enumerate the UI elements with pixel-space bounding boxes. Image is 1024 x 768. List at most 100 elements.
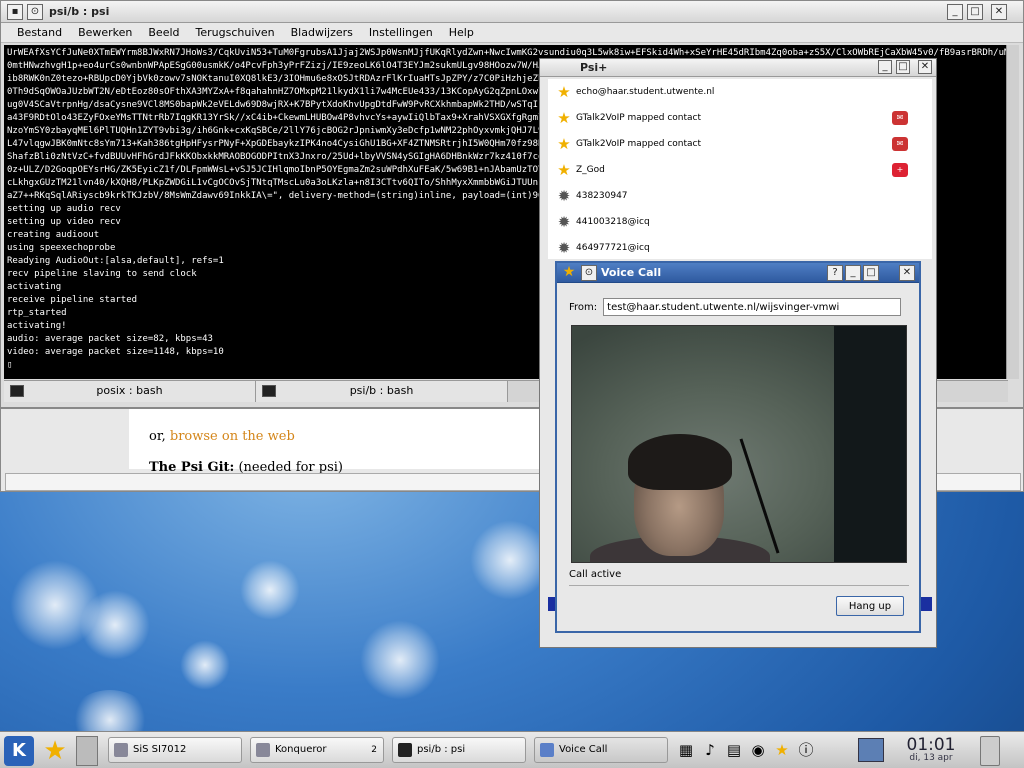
desktop-pager-icon[interactable]	[76, 736, 98, 766]
k-menu-button[interactable]: K	[4, 736, 34, 766]
contact-name: GTalk2VoIP mapped contact	[576, 139, 702, 149]
info-icon[interactable]: ⓘ	[796, 740, 816, 760]
task-sis-si7012[interactable]: SiS SI7012	[108, 737, 242, 763]
tab-psi-bash[interactable]: psi/b : bash	[256, 381, 508, 402]
clock-time: 01:01	[906, 735, 956, 755]
browse-prefix: or,	[149, 429, 170, 444]
online-star-icon: ★	[557, 83, 571, 101]
contact-item[interactable]: ✹ 438230947	[548, 183, 932, 209]
sticky-icon[interactable]: ⊙	[27, 4, 43, 20]
clipboard-icon[interactable]: ▤	[724, 740, 744, 760]
wallpaper-bokeh	[80, 590, 150, 660]
tab-label: posix : bash	[96, 384, 163, 397]
task-label: Voice Call	[559, 744, 608, 755]
wallpaper-bokeh	[360, 620, 440, 700]
psi-maximize-button[interactable]: □	[896, 60, 910, 74]
from-row: From:	[569, 298, 902, 316]
konqueror-icon	[256, 743, 270, 757]
call-status: Call active	[569, 569, 622, 580]
voice-call-titlebar[interactable]: ★ ⊙ Voice Call ? _ □ ✕	[557, 263, 919, 283]
psi-tray-icon[interactable]: ★	[772, 740, 792, 760]
minimize-button[interactable]: _	[947, 4, 963, 20]
browse-link[interactable]: browse on the web	[170, 429, 295, 444]
task-count-badge: 2	[371, 745, 377, 755]
contact-item[interactable]: ✹ 464977721@icq	[548, 235, 932, 261]
menu-beeld[interactable]: Beeld	[140, 23, 187, 42]
terminal-titlebar[interactable]: ▪ ⊙ psi/b : psi _ □ ✕	[1, 1, 1023, 23]
hang-up-button[interactable]: Hang up	[836, 596, 904, 616]
help-button[interactable]: ?	[827, 265, 843, 281]
contact-item[interactable]: ✹ 441003218@icq	[548, 209, 932, 235]
call-maximize-button[interactable]: □	[863, 265, 879, 281]
close-button[interactable]: ✕	[991, 4, 1007, 20]
menu-instellingen[interactable]: Instellingen	[361, 23, 441, 42]
psi-minimize-button[interactable]: _	[878, 60, 892, 74]
menu-bewerken[interactable]: Bewerken	[70, 23, 140, 42]
online-star-icon: ★	[557, 109, 571, 127]
trash-icon[interactable]	[980, 736, 1000, 766]
call-close-button[interactable]: ✕	[899, 265, 915, 281]
home-star-icon[interactable]: ★	[40, 736, 70, 766]
online-star-icon: ★	[557, 135, 571, 153]
wallpaper-bokeh	[240, 560, 300, 620]
psi-titlebar[interactable]: Psi+ _ □ ✕	[540, 59, 936, 77]
konqueror-page: or, browse on the web The Psi Git: (need…	[129, 409, 539, 475]
online-star-icon: ★	[557, 161, 571, 179]
task-voice-call[interactable]: Voice Call	[534, 737, 668, 763]
terminal-scrollbar[interactable]	[1006, 45, 1019, 379]
psi-icon	[540, 743, 554, 757]
offline-gear-icon: ✹	[557, 239, 571, 257]
gmail-icon: ✉	[892, 111, 908, 125]
wallpaper-bokeh	[180, 640, 230, 690]
terminal-title: psi/b : psi	[49, 5, 110, 18]
from-label: From:	[569, 301, 598, 313]
offline-gear-icon: ✹	[557, 213, 571, 231]
contact-item[interactable]: ★ echo@haar.student.utwente.nl	[548, 79, 932, 105]
menu-help[interactable]: Help	[441, 23, 482, 42]
display-icon[interactable]	[858, 738, 884, 762]
contact-roster[interactable]: ★ echo@haar.student.utwente.nl ★ GTalk2VoIP…	[548, 79, 932, 259]
contact-name: echo@haar.student.utwente.nl	[576, 87, 715, 97]
update-icon[interactable]: ◉	[748, 740, 768, 760]
video-dark-area	[834, 326, 906, 562]
volume-icon[interactable]: ♪	[700, 740, 720, 760]
tab-posix-bash[interactable]: posix : bash	[4, 381, 256, 402]
psi-close-button[interactable]: ✕	[918, 60, 932, 74]
plus-client-icon: +	[892, 163, 908, 177]
terminal-app-icon[interactable]: ▪	[7, 4, 23, 20]
terminal-icon	[262, 385, 276, 397]
taskbar: K ★ SiS SI7012 Konqueror 2 psi/b : psi Vo…	[0, 731, 1024, 768]
menu-bladwijzers[interactable]: Bladwijzers	[283, 23, 361, 42]
from-field[interactable]	[603, 298, 902, 316]
gmail-icon: ✉	[892, 137, 908, 151]
menu-bestand[interactable]: Bestand	[9, 23, 70, 42]
psi-title: Psi+	[580, 61, 608, 74]
divider	[569, 585, 909, 586]
contact-item[interactable]: ★ GTalk2VoIP mapped contact ✉	[548, 131, 932, 157]
task-psi-b-psi[interactable]: psi/b : psi	[392, 737, 526, 763]
video-view	[571, 325, 907, 563]
tab-label: psi/b : bash	[349, 384, 414, 397]
network-icon[interactable]: ▦	[676, 740, 696, 760]
terminal-icon	[10, 385, 24, 397]
contact-name: 438230947	[576, 191, 628, 201]
sticky-icon[interactable]: ⊙	[581, 265, 597, 281]
clock[interactable]: 01:01 di, 13 apr	[896, 735, 966, 763]
contact-name: Z_God	[576, 165, 605, 175]
video-person-hair	[628, 434, 732, 490]
terminal-menubar: Bestand Bewerken Beeld Terugschuiven Bla…	[1, 23, 1023, 43]
voice-call-window[interactable]: ★ ⊙ Voice Call ? _ □ ✕ From: Call active…	[555, 261, 921, 633]
browse-line: or, browse on the web	[149, 429, 519, 444]
contact-item[interactable]: ★ Z_God +	[548, 157, 932, 183]
contact-item[interactable]: ★ GTalk2VoIP mapped contact ✉	[548, 105, 932, 131]
maximize-button[interactable]: □	[967, 4, 983, 20]
task-konqueror[interactable]: Konqueror 2	[250, 737, 384, 763]
task-label: psi/b : psi	[417, 744, 466, 755]
system-tray: ▦ ♪ ▤ ◉ ★ ⓘ	[676, 737, 846, 763]
wallpaper-bokeh	[470, 520, 550, 600]
video-microphone	[739, 438, 780, 554]
menu-terugschuiven[interactable]: Terugschuiven	[188, 23, 283, 42]
call-minimize-button[interactable]: _	[845, 265, 861, 281]
offline-gear-icon: ✹	[557, 187, 571, 205]
wallpaper-bokeh	[10, 560, 100, 650]
